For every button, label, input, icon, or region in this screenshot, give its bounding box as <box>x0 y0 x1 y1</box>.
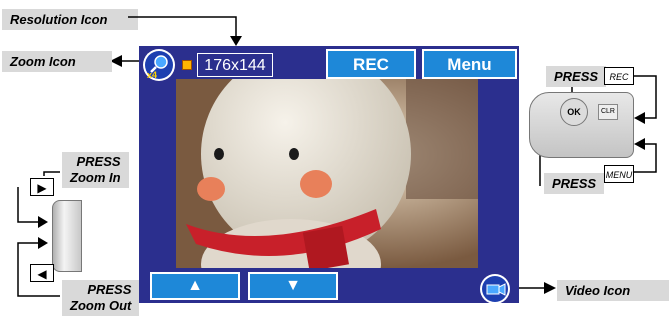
snowman-image <box>176 79 478 268</box>
phone-side-left <box>52 200 82 272</box>
callout-press-menu: PRESS <box>544 173 605 194</box>
svg-text:x4: x4 <box>147 70 157 80</box>
rec-key-icon: REC <box>604 67 634 85</box>
down-arrow-icon: ▼ <box>285 277 301 294</box>
right-key-icon[interactable]: ▶ <box>30 178 54 196</box>
viewfinder-photo <box>176 79 478 268</box>
up-arrow-icon: ▲ <box>187 277 203 294</box>
ok-key[interactable]: OK <box>560 98 588 126</box>
menu-key-icon: MENU <box>604 165 634 183</box>
video-icon <box>480 274 510 304</box>
callout-video-icon: Video Icon <box>557 280 669 301</box>
zoom-icon: x4 <box>143 49 175 81</box>
zoom-up-button[interactable]: ▲ <box>150 272 240 300</box>
callout-zoom-icon: Zoom Icon <box>2 51 112 72</box>
callout-press-zoom-in: PRESS Zoom In <box>62 152 129 188</box>
left-key-icon[interactable]: ◀ <box>30 264 54 282</box>
flash-icon <box>182 60 192 70</box>
callout-press-rec: PRESS <box>546 66 607 87</box>
resolution-icon: 176x144 <box>197 53 273 77</box>
clr-key[interactable]: CLR <box>598 104 618 120</box>
callout-press-zoom-out: PRESS Zoom Out <box>62 280 140 316</box>
menu-button[interactable]: Menu <box>422 49 517 79</box>
rec-button[interactable]: REC <box>326 49 416 79</box>
zoom-down-button[interactable]: ▼ <box>248 272 338 300</box>
